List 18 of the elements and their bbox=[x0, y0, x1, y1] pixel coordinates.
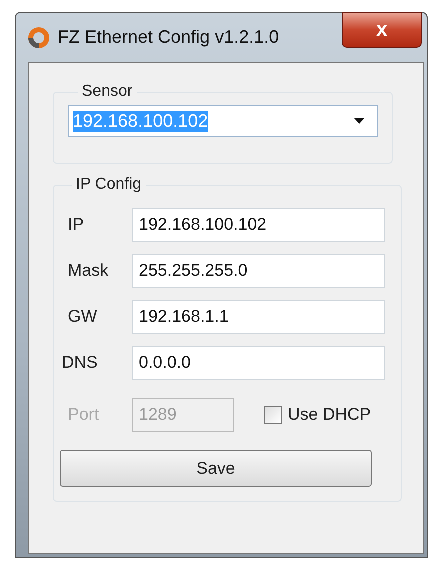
field-label: GW bbox=[67, 307, 98, 327]
group-legend: Sensor bbox=[78, 83, 137, 101]
input-field[interactable]: 255.255.255.0 bbox=[132, 254, 385, 288]
window-title: FZ Ethernet Config v1.2.1.0 bbox=[58, 27, 280, 48]
field-label: Port bbox=[67, 405, 100, 425]
close-button[interactable]: x bbox=[342, 12, 422, 48]
checkbox-label: Use DHCP bbox=[288, 405, 372, 425]
input-field[interactable]: 0.0.0.0 bbox=[132, 346, 385, 380]
field-label: DNS bbox=[62, 353, 99, 373]
group-legend: IP Config bbox=[72, 176, 146, 194]
caret-icon bbox=[354, 118, 365, 124]
input-field[interactable]: 192.168.100.102 bbox=[132, 208, 385, 242]
field-label: Mask bbox=[67, 261, 110, 281]
logo-icon bbox=[28, 26, 50, 48]
input-field[interactable]: 192.168.1.1 bbox=[132, 300, 385, 334]
field-label: IP bbox=[67, 215, 86, 235]
save-button[interactable]: Save bbox=[60, 450, 372, 487]
checkbox[interactable] bbox=[264, 406, 282, 424]
